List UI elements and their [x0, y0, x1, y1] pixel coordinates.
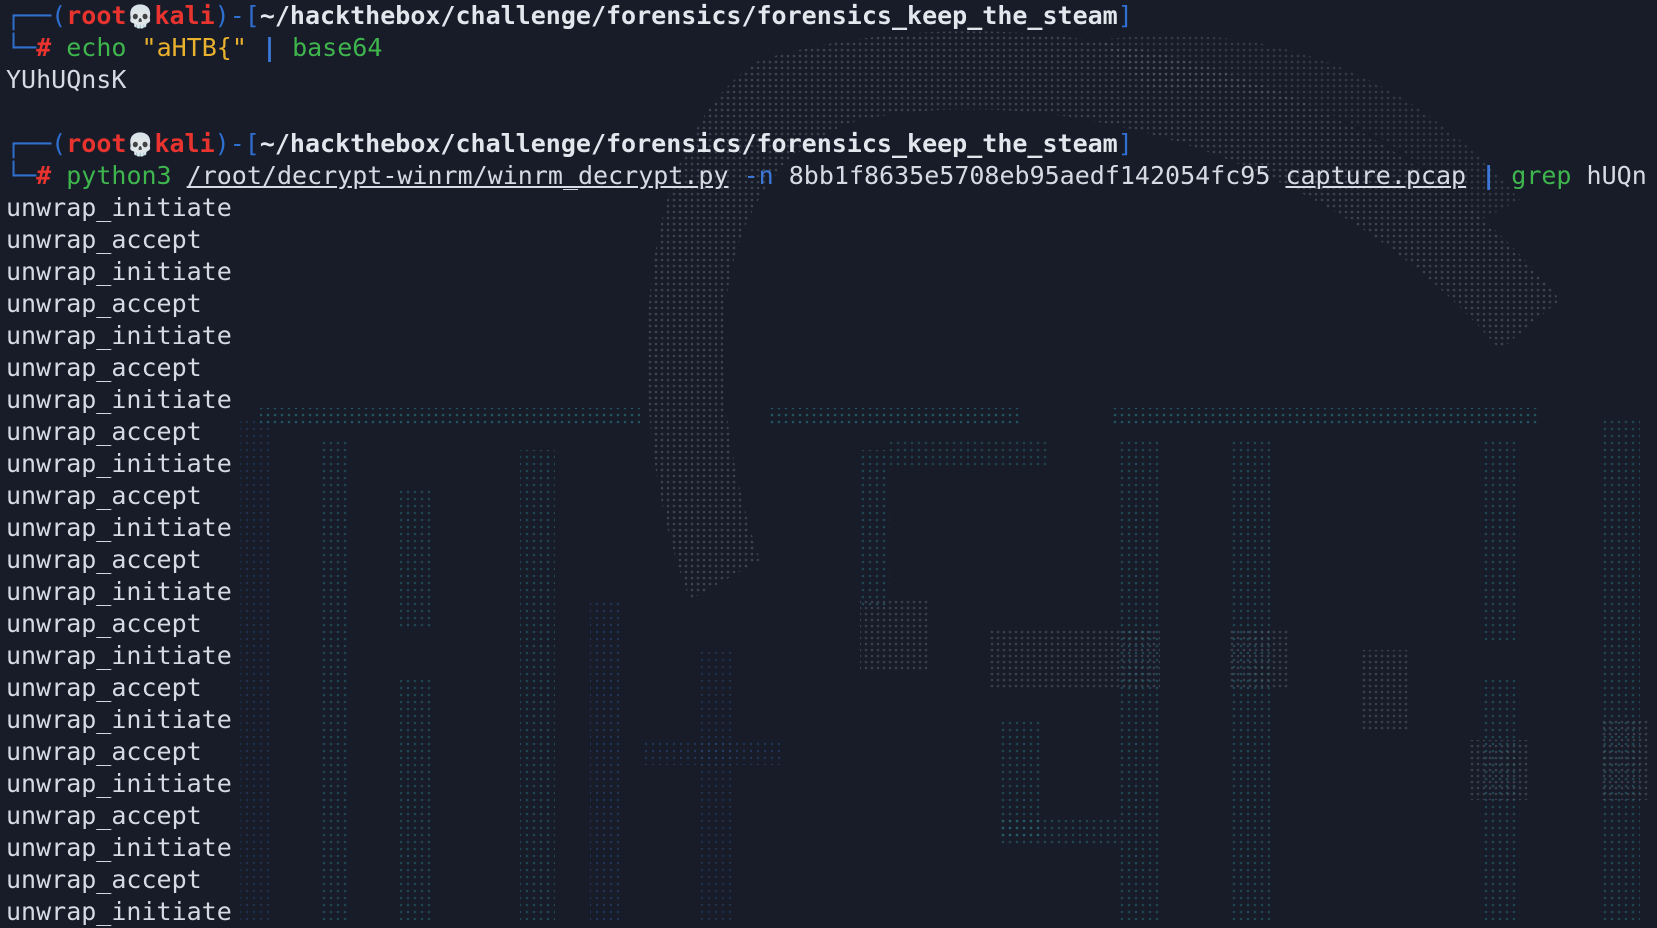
grep-command: grep: [1511, 161, 1572, 190]
output-line: unwrap_accept: [6, 417, 202, 446]
prompt-hash: #: [36, 161, 52, 190]
output-line: unwrap_initiate: [6, 577, 232, 606]
output-line: unwrap_initiate: [6, 833, 232, 862]
prompt-top-left: ┌──(: [6, 1, 67, 30]
command-argument: "aHTB{": [141, 33, 247, 62]
output-line: unwrap_initiate: [6, 385, 232, 414]
command-option: -n: [743, 161, 774, 190]
prompt-separator: )-[: [214, 129, 260, 158]
command-name: python3: [66, 161, 172, 190]
prompt-line: ┌──(root💀kali)-[~/hackthebox/challenge/f…: [6, 128, 1657, 160]
pipe-symbol: |: [1481, 161, 1497, 190]
grep-pattern: hUQn: [1586, 161, 1647, 190]
prompt-hash: #: [36, 33, 52, 62]
pipe-command: base64: [292, 33, 383, 62]
output-line: unwrap_accept: [6, 481, 202, 510]
prompt-line: ┌──(root💀kali)-[~/hackthebox/challenge/f…: [6, 0, 1657, 32]
prompt-top-left: ┌──(: [6, 129, 67, 158]
prompt-host: kali: [154, 1, 215, 30]
output-line: unwrap_initiate: [6, 769, 232, 798]
prompt-cwd: ~/hackthebox/challenge/forensics/forensi…: [259, 1, 1118, 30]
prompt-bottom-left: └─: [6, 33, 37, 62]
prompt-cwd-close: ]: [1117, 129, 1133, 158]
prompt-cwd-close: ]: [1117, 1, 1133, 30]
output-line: unwrap_accept: [6, 545, 202, 574]
output-line: unwrap_accept: [6, 609, 202, 638]
terminal-output: ┌──(root💀kali)-[~/hackthebox/challenge/f…: [6, 0, 1657, 928]
command-line[interactable]: └─# python3 /root/decrypt-winrm/winrm_de…: [6, 160, 1657, 192]
output-line: unwrap_initiate: [6, 513, 232, 542]
prompt-separator: )-[: [214, 1, 260, 30]
output-line: unwrap_initiate: [6, 705, 232, 734]
output-line: unwrap_initiate: [6, 321, 232, 350]
output-line: unwrap_accept: [6, 289, 202, 318]
prompt-host: kali: [154, 129, 215, 158]
skull-icon: 💀: [126, 133, 155, 158]
prompt-cwd: ~/hackthebox/challenge/forensics/forensi…: [259, 129, 1118, 158]
output-line: unwrap_initiate: [6, 449, 232, 478]
prompt-bottom-left: └─: [6, 161, 37, 190]
output-line: unwrap_accept: [6, 673, 202, 702]
output-line: unwrap_accept: [6, 737, 202, 766]
script-path: /root/decrypt-winrm/winrm_decrypt.py: [186, 161, 729, 190]
command-line[interactable]: └─# echo "aHTB{" | base64: [6, 32, 1657, 64]
skull-icon: 💀: [126, 5, 155, 30]
output-line: unwrap_accept: [6, 865, 202, 894]
output-line: unwrap_initiate: [6, 257, 232, 286]
output-line: unwrap_accept: [6, 225, 202, 254]
output-line: unwrap_initiate: [6, 193, 232, 222]
output-line: unwrap_accept: [6, 801, 202, 830]
terminal-window[interactable]: ┌──(root💀kali)-[~/hackthebox/challenge/f…: [0, 0, 1657, 928]
output-line: unwrap_accept: [6, 353, 202, 382]
output-line: YUhUQnsK: [6, 65, 127, 94]
ntlm-hash: 8bb1f8635e5708eb95aedf142054fc95: [788, 161, 1271, 190]
prompt-user: root: [66, 129, 127, 158]
output-line: unwrap_initiate: [6, 897, 232, 926]
pipe-symbol: |: [261, 33, 277, 62]
prompt-user: root: [66, 1, 127, 30]
output-line: unwrap_initiate: [6, 641, 232, 670]
command-name: echo: [66, 33, 127, 62]
capture-file: capture.pcap: [1285, 161, 1467, 190]
